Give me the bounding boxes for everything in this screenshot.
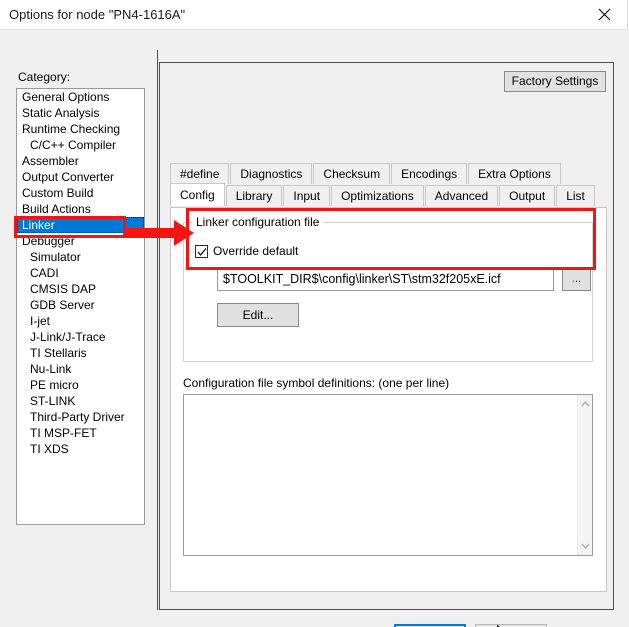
category-item[interactable]: Nu-Link <box>17 361 144 377</box>
chevron-up-icon[interactable] <box>578 397 593 411</box>
tab-row-lower: Config Library Input Optimizations Advan… <box>170 183 607 206</box>
tab-define[interactable]: #define <box>170 163 230 184</box>
tab-strip: #define Diagnostics Checksum Encodings E… <box>170 163 607 206</box>
category-item[interactable]: Output Converter <box>17 169 144 185</box>
category-item-linker[interactable]: Linker <box>17 217 144 233</box>
tab-advanced[interactable]: Advanced <box>424 185 499 206</box>
tab-library[interactable]: Library <box>225 185 283 206</box>
category-item[interactable]: C/C++ Compiler <box>17 137 144 153</box>
category-item[interactable]: CMSIS DAP <box>17 281 144 297</box>
config-tab-page: Linker configuration file Override defau… <box>170 207 607 592</box>
linker-config-path-input[interactable] <box>217 267 554 291</box>
category-item[interactable]: Build Actions <box>17 201 144 217</box>
browse-button[interactable]: ... <box>562 267 591 291</box>
category-list[interactable]: General Options Static Analysis Runtime … <box>16 88 145 525</box>
tab-encodings[interactable]: Encodings <box>391 163 468 184</box>
category-item[interactable]: Debugger <box>17 233 144 249</box>
tab-row-upper: #define Diagnostics Checksum Encodings E… <box>170 163 607 184</box>
checkbox-box <box>195 244 208 258</box>
category-item[interactable]: Runtime Checking <box>17 121 144 137</box>
window-title: Options for node "PN4-1616A" <box>9 7 186 22</box>
tab-input[interactable]: Input <box>283 185 331 206</box>
pane-separator <box>157 50 158 610</box>
close-icon[interactable] <box>583 0 625 29</box>
category-item[interactable]: Simulator <box>17 249 144 265</box>
category-item[interactable]: ST-LINK <box>17 393 144 409</box>
category-item[interactable]: CADI <box>17 265 144 281</box>
options-dialog: Options for node "PN4-1616A" Category: G… <box>0 0 629 627</box>
tab-config[interactable]: Config <box>170 183 225 206</box>
factory-settings-button[interactable]: Factory Settings <box>504 71 606 92</box>
chevron-down-glyph <box>581 543 590 549</box>
category-item[interactable]: Assembler <box>17 153 144 169</box>
tab-output[interactable]: Output <box>499 185 556 206</box>
options-panel: Factory Settings #define Diagnostics Che… <box>159 62 614 610</box>
chevron-up-glyph <box>581 401 590 407</box>
chevron-down-icon[interactable] <box>578 539 593 553</box>
category-item[interactable]: TI XDS <box>17 441 144 457</box>
symbol-definitions-field <box>183 394 593 556</box>
edit-button[interactable]: Edit... <box>217 303 299 327</box>
category-item[interactable]: Static Analysis <box>17 105 144 121</box>
symbol-definitions-label: Configuration file symbol definitions: (… <box>183 376 450 390</box>
category-item[interactable]: PE micro <box>17 377 144 393</box>
tab-diagnostics[interactable]: Diagnostics <box>230 163 313 184</box>
groupbox-title: Linker configuration file <box>192 215 324 229</box>
override-default-checkbox[interactable]: Override default <box>195 244 298 258</box>
category-item[interactable]: I-jet <box>17 313 144 329</box>
tab-list[interactable]: List <box>556 185 595 206</box>
category-item[interactable]: TI MSP-FET <box>17 425 144 441</box>
category-item[interactable]: General Options <box>17 89 144 105</box>
close-glyph <box>598 8 610 21</box>
tab-checksum[interactable]: Checksum <box>313 163 391 184</box>
category-item[interactable]: Custom Build <box>17 185 144 201</box>
tab-optimizations[interactable]: Optimizations <box>331 185 424 206</box>
title-bar: Options for node "PN4-1616A" <box>0 0 629 30</box>
check-icon <box>197 247 207 256</box>
category-item[interactable]: J-Link/J-Trace <box>17 329 144 345</box>
category-item[interactable]: GDB Server <box>17 297 144 313</box>
category-item[interactable]: TI Stellaris <box>17 345 144 361</box>
category-label: Category: <box>18 70 71 84</box>
linker-config-groupbox: Linker configuration file Override defau… <box>183 215 593 362</box>
category-item[interactable]: Third-Party Driver <box>17 409 144 425</box>
tab-extra-options[interactable]: Extra Options <box>468 163 561 184</box>
symbol-definitions-textarea[interactable] <box>184 395 577 555</box>
dialog-body: Category: General Options Static Analysi… <box>0 30 629 627</box>
override-default-label: Override default <box>213 244 299 258</box>
symbol-definitions-scrollbar[interactable] <box>577 395 592 555</box>
